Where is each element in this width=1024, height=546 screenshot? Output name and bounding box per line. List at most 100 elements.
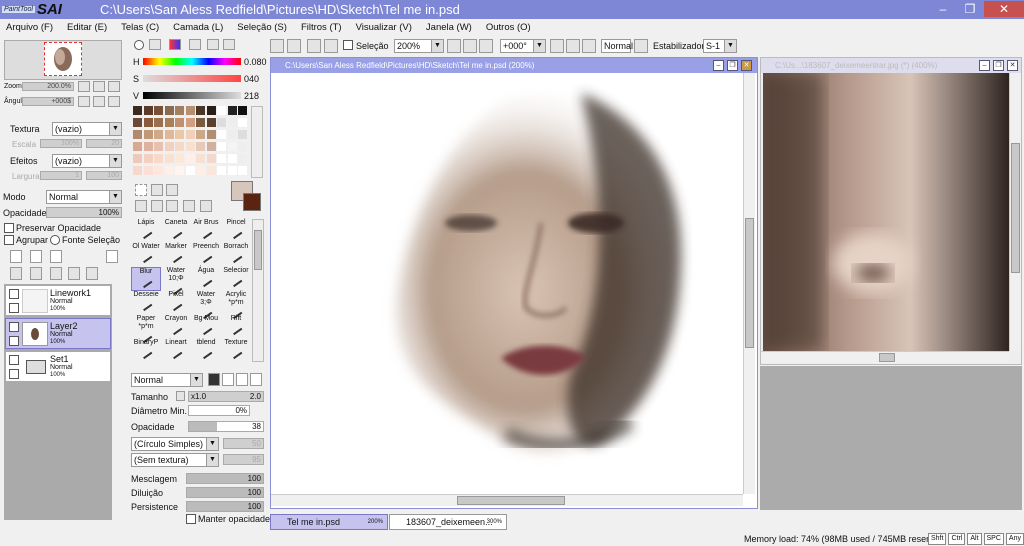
- color-swatch[interactable]: [175, 118, 184, 127]
- color-swatch[interactable]: [196, 142, 205, 151]
- selection-checkbox[interactable]: [343, 40, 353, 50]
- color-swatch[interactable]: [143, 118, 153, 127]
- color-swatch[interactable]: [175, 142, 184, 151]
- color-swatch[interactable]: [217, 106, 226, 115]
- navigator-viewport[interactable]: [44, 42, 82, 76]
- color-swatch[interactable]: [217, 118, 226, 127]
- menu-telas[interactable]: Telas (C): [121, 22, 159, 33]
- dilution-bar[interactable]: 100: [186, 487, 264, 498]
- flat-edge-icon[interactable]: [250, 373, 262, 386]
- angle-select[interactable]: +000° ▼: [500, 39, 546, 53]
- selection-source-radio[interactable]: [50, 235, 60, 245]
- color-swatch[interactable]: [217, 130, 226, 139]
- brush-tool-ol-water[interactable]: Ol Water: [131, 243, 161, 267]
- color-swatch[interactable]: [154, 166, 163, 175]
- color-swatch[interactable]: [238, 130, 247, 139]
- color-swatch[interactable]: [217, 166, 226, 175]
- color-swatch[interactable]: [164, 154, 174, 163]
- brush-texture-select[interactable]: (Sem textura) ▼: [131, 453, 219, 467]
- persistence-bar[interactable]: 100: [186, 501, 264, 512]
- rect-select-icon[interactable]: [135, 184, 147, 196]
- color-swatch[interactable]: [185, 154, 195, 163]
- flip-button[interactable]: [634, 39, 648, 53]
- mix-bar[interactable]: 100: [186, 473, 264, 484]
- color-swatch[interactable]: [164, 118, 174, 127]
- brush-lock-icon[interactable]: [9, 336, 19, 346]
- brush-opacity-bar[interactable]: 38: [188, 421, 264, 432]
- brush-shape-select[interactable]: (Círculo Simples) ▼: [131, 437, 219, 451]
- brush-tool-rift[interactable]: Rift: [221, 315, 251, 339]
- color-swatch[interactable]: [196, 166, 205, 175]
- value-slider[interactable]: [143, 92, 241, 99]
- hard-edge-icon[interactable]: [208, 373, 220, 386]
- rotate-icon[interactable]: [166, 200, 178, 212]
- merge-down-icon[interactable]: [30, 267, 42, 280]
- reference-scroll-horizontal[interactable]: [761, 351, 1009, 363]
- lock-toggle[interactable]: [9, 303, 19, 313]
- color-swatch[interactable]: [164, 166, 174, 175]
- texture-select[interactable]: (vazio) ▼: [52, 122, 122, 136]
- color-swatch[interactable]: [206, 106, 216, 115]
- secondary-color[interactable]: [243, 193, 261, 211]
- magic-wand-icon[interactable]: [166, 184, 178, 196]
- reference-scroll-thumb-v[interactable]: [1011, 143, 1020, 273]
- color-swatch[interactable]: [143, 106, 153, 115]
- color-swatch[interactable]: [227, 130, 237, 139]
- lasso-icon[interactable]: [151, 184, 163, 196]
- nav-zoom-in[interactable]: [93, 81, 105, 92]
- size-mult-dropdown[interactable]: [176, 391, 185, 401]
- visibility-toggle[interactable]: [9, 289, 19, 299]
- nav-rotate-reset[interactable]: [108, 96, 120, 107]
- color-swatch[interactable]: [227, 118, 237, 127]
- new-layer-icon[interactable]: [10, 250, 22, 263]
- nav-angle-bar[interactable]: +000$: [22, 97, 74, 106]
- color-swatch[interactable]: [175, 154, 184, 163]
- scratchpad-icon[interactable]: [207, 39, 219, 50]
- preserve-opacity-checkbox[interactable]: [4, 223, 14, 233]
- canvas-minimize-icon[interactable]: –: [713, 60, 724, 71]
- swatch-grid[interactable]: [133, 106, 249, 178]
- brush-tool-pincel[interactable]: Pincel: [221, 219, 251, 243]
- reference-minimize-icon[interactable]: –: [979, 60, 990, 71]
- color-wheel-icon[interactable]: [134, 40, 144, 50]
- reference-restore-icon[interactable]: ❐: [993, 60, 1004, 71]
- color-swatch[interactable]: [238, 166, 247, 175]
- undo-button[interactable]: [270, 39, 284, 53]
- swatches-icon[interactable]: [189, 39, 201, 50]
- menu-selecao[interactable]: Seleção (S): [237, 22, 287, 33]
- eye-icon[interactable]: [9, 322, 19, 332]
- rgb-slider-icon[interactable]: [149, 39, 161, 50]
- brush-tool-blur[interactable]: Blur: [131, 267, 161, 291]
- canvas-close-icon[interactable]: ✕: [741, 60, 752, 71]
- document-tab[interactable]: 183607_deixemeen... 300%: [389, 514, 507, 530]
- color-swatch[interactable]: [164, 142, 174, 151]
- brush-tool-caneta[interactable]: Caneta: [161, 219, 191, 243]
- brush-tool-l-pis[interactable]: Lápis: [131, 219, 161, 243]
- color-swatch[interactable]: [133, 166, 142, 175]
- layer-item-selected[interactable]: Layer2 Normal 100%: [5, 318, 111, 349]
- layer-item[interactable]: Set1 Normal 100%: [5, 351, 111, 382]
- new-folder-icon[interactable]: [50, 250, 62, 263]
- color-swatch[interactable]: [175, 166, 184, 175]
- swatch-scrollbar[interactable]: [251, 106, 263, 178]
- delete-layer-icon[interactable]: [86, 267, 98, 280]
- color-swatch[interactable]: [133, 130, 142, 139]
- brush-tool-borrach[interactable]: Borrach: [221, 243, 251, 267]
- color-swatch[interactable]: [185, 118, 195, 127]
- invert-selection-button[interactable]: [324, 39, 338, 53]
- color-swatch[interactable]: [133, 106, 142, 115]
- medium-edge-icon[interactable]: [222, 373, 234, 386]
- color-swatch[interactable]: [185, 142, 195, 151]
- color-swatch[interactable]: [196, 130, 205, 139]
- color-swatch[interactable]: [154, 142, 163, 151]
- canvas-scroll-horizontal[interactable]: [271, 494, 743, 506]
- group-checkbox[interactable]: [4, 235, 14, 245]
- visibility-toggle[interactable]: [9, 355, 19, 365]
- hsv-slider-icon[interactable]: [169, 39, 181, 50]
- color-swatch[interactable]: [185, 106, 195, 115]
- color-swatch[interactable]: [206, 142, 216, 151]
- reference-close-icon[interactable]: ✕: [1007, 60, 1018, 71]
- color-swatch[interactable]: [217, 154, 226, 163]
- color-swatch[interactable]: [143, 166, 153, 175]
- color-swatch[interactable]: [238, 142, 247, 151]
